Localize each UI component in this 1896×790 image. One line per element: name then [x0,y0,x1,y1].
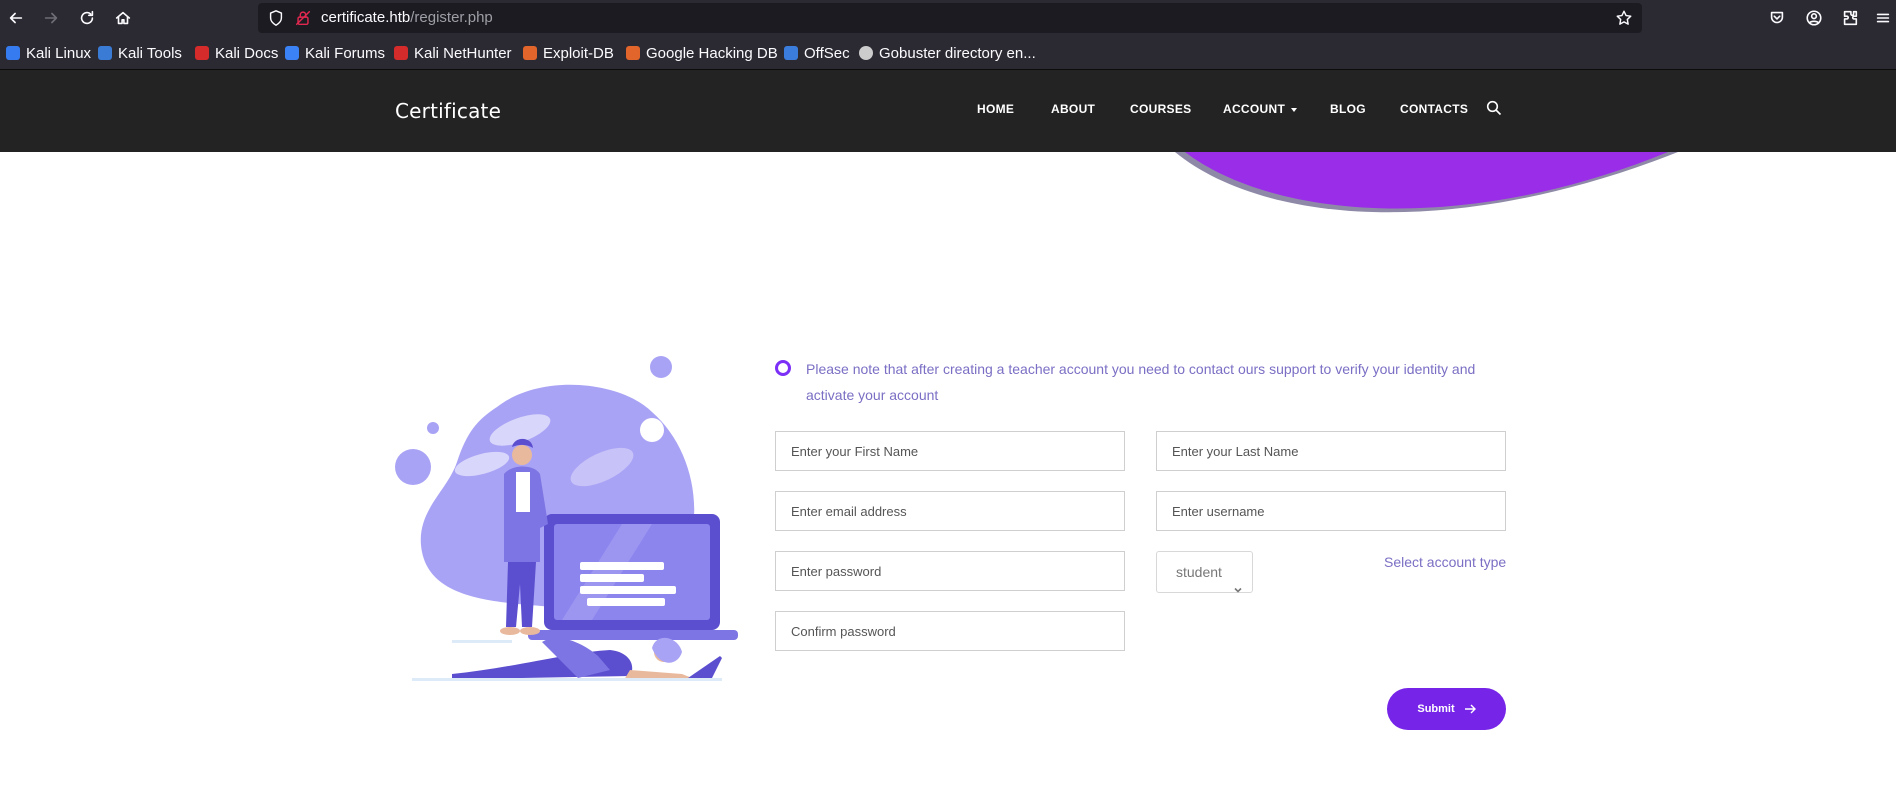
bookmark-kali-linux[interactable]: Kali Linux [6,44,91,62]
url-text[interactable]: certificate.htb/register.php [321,9,493,27]
account-type-value: student [1176,564,1222,580]
bookmark-label: Google Hacking DB [646,44,778,62]
bookmark-label: Kali Linux [26,44,92,62]
teacher-account-note: Please note that after creating a teache… [806,361,1476,403]
nav-about[interactable]: ABOUT [1051,102,1095,116]
email-input[interactable] [775,491,1125,531]
nav-contacts[interactable]: CONTACTS [1400,102,1468,116]
bookmarks-bar: Kali Linux Kali Tools Kali Docs Kali For… [0,36,1896,70]
bookmark-label: OffSec [804,44,850,62]
kali-nethunter-icon [394,46,408,60]
bookmark-offsec[interactable]: OffSec [784,44,850,62]
confirm-password-input[interactable] [775,611,1125,651]
username-input[interactable] [1156,491,1506,531]
bookmark-label: Kali NetHunter [414,44,512,62]
gobuster-icon [859,46,873,60]
arrow-right-icon [1464,704,1476,714]
bookmark-gobuster[interactable]: Gobuster directory en... [859,44,1036,62]
account-icon[interactable] [1801,5,1827,31]
url-host: certificate.htb [321,9,411,26]
decorative-blob-shape [1175,152,1678,213]
forward-arrow-icon[interactable] [38,5,64,31]
account-type-label: Select account type [1384,554,1507,570]
extensions-icon[interactable] [1837,5,1863,31]
bookmark-star-icon[interactable] [1615,9,1633,27]
bookmark-label: Kali Docs [215,44,279,62]
bookmark-kali-tools[interactable]: Kali Tools [98,44,182,62]
bookmark-label: Kali Tools [118,44,182,62]
site-brand[interactable]: Certificate [395,99,501,123]
menu-icon[interactable] [1870,5,1896,31]
bookmark-kali-forums[interactable]: Kali Forums [285,44,385,62]
bookmark-label: Exploit-DB [543,44,614,62]
url-path: /register.php [410,9,493,26]
nav-account[interactable]: ACCOUNT [1223,102,1297,116]
nav-blog[interactable]: BLOG [1330,102,1366,116]
offsec-icon [784,46,798,60]
nav-home[interactable]: HOME [977,102,1014,116]
kali-docs-icon [195,46,209,60]
reload-icon[interactable] [74,5,100,31]
ghdb-icon [626,46,640,60]
site-header: Certificate HOME ABOUT COURSES ACCOUNT B… [0,70,1896,152]
password-input[interactable] [775,551,1125,591]
kali-dragon-icon [6,46,20,60]
pocket-icon[interactable] [1764,5,1790,31]
exploit-db-icon [523,46,537,60]
kali-tools-icon [98,46,112,60]
register-illustration [395,356,738,681]
url-bar[interactable]: certificate.htb/register.php [258,3,1642,33]
bookmark-kali-docs[interactable]: Kali Docs [195,44,278,62]
shield-icon[interactable] [267,9,285,27]
bookmark-google-hacking-db[interactable]: Google Hacking DB [626,44,778,62]
back-arrow-icon[interactable] [3,5,29,31]
note-radio-icon [775,360,791,376]
search-icon[interactable] [1486,100,1504,118]
browser-toolbar: certificate.htb/register.php [0,0,1896,36]
bookmark-exploit-db[interactable]: Exploit-DB [523,44,614,62]
insecure-lock-icon[interactable] [294,9,312,27]
kali-forums-icon [285,46,299,60]
last-name-input[interactable] [1156,431,1506,471]
account-type-select[interactable]: student [1156,551,1253,593]
bookmark-kali-nethunter[interactable]: Kali NetHunter [394,44,512,62]
nav-courses[interactable]: COURSES [1130,102,1191,116]
submit-label: Submit [1417,703,1455,715]
submit-button[interactable]: Submit [1387,688,1506,730]
bookmark-label: Gobuster directory en... [879,44,1036,62]
home-icon[interactable] [110,5,136,31]
first-name-input[interactable] [775,431,1125,471]
bookmark-label: Kali Forums [305,44,386,62]
chevron-down-icon [1234,569,1242,593]
